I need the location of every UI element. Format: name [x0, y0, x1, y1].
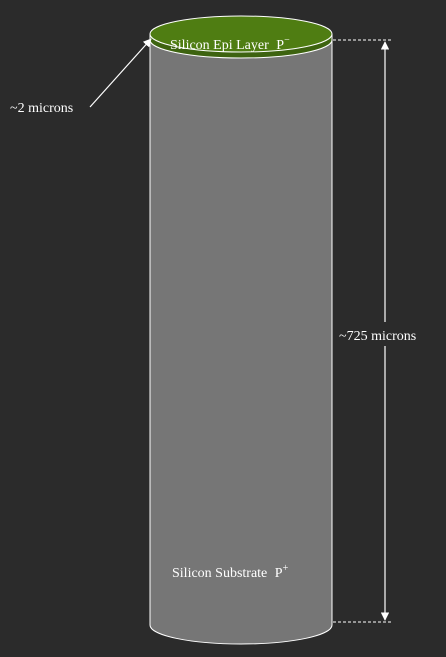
wafer-diagram: Silicon Epi Layer P− ~2 microns ~725 mic…: [0, 0, 446, 657]
substrate-cylinder: [149, 39, 333, 645]
epi-layer-label: Silicon Epi Layer P−: [170, 35, 290, 53]
substrate-thickness-label: ~725 microns: [339, 329, 416, 344]
epi-thickness-label: ~2 microns: [10, 101, 73, 116]
